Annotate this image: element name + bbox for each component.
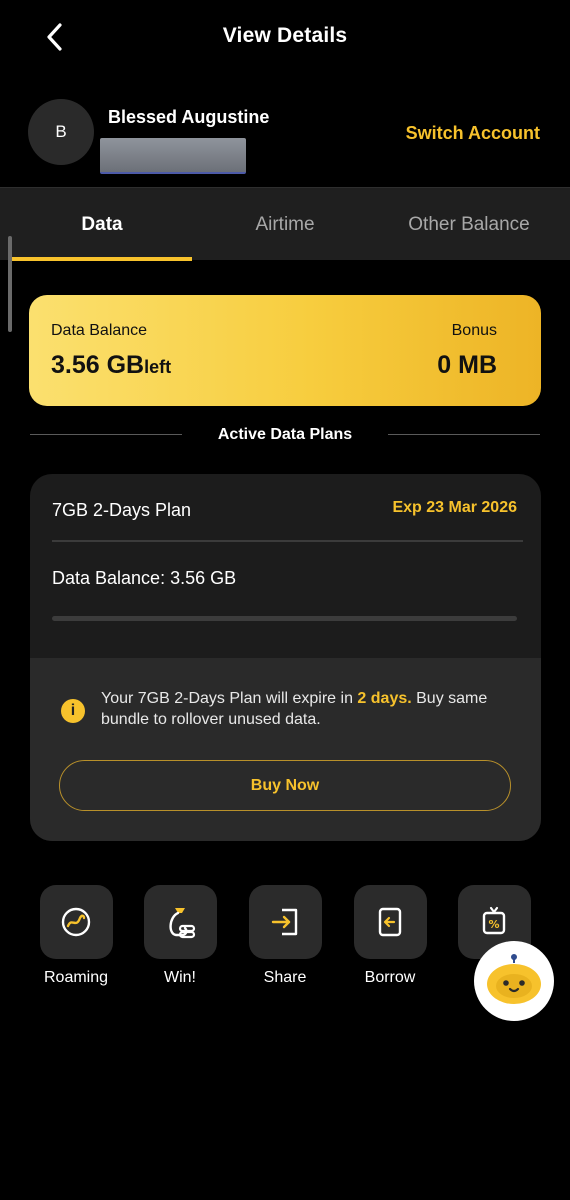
plan-name: 7GB 2-Days Plan (52, 500, 192, 520)
plan-footer: i Your 7GB 2-Days Plan will expire in 2 … (30, 658, 541, 841)
shortcut-label: Win! (164, 969, 196, 986)
shortcut-tile (248, 885, 322, 959)
section-divider: Active Data Plans (30, 424, 540, 446)
shortcut-label: Roaming (43, 969, 109, 986)
shortcut-share[interactable]: Share (230, 885, 340, 987)
switch-account-button[interactable]: Switch Account (406, 123, 540, 144)
account-name: Blessed Augustine (108, 107, 270, 127)
active-plan-card: 7GB 2-Days Plan Exp 23 Mar 2026 Data Bal… (30, 474, 541, 841)
shortcut-tile (143, 885, 217, 959)
shortcut-tile (353, 885, 427, 959)
scrollbar[interactable] (8, 236, 12, 332)
notice-highlight: 2 days. (357, 690, 412, 707)
active-tab-indicator (12, 257, 192, 261)
globe-icon (61, 907, 91, 937)
tab-data[interactable]: Data (12, 188, 192, 261)
shortcut-label: Share (263, 969, 307, 986)
bonus-label: Bonus (451, 322, 497, 339)
data-balance-amount: 3.56 GB (51, 351, 145, 379)
top-bar: View Details (0, 0, 570, 80)
account-number-redacted (100, 138, 246, 174)
shortcut-roaming[interactable]: Roaming (21, 885, 131, 987)
expiry-notice: Your 7GB 2-Days Plan will expire in 2 da… (101, 688, 521, 730)
notice-text-start: Your 7GB 2-Days Plan will expire in (101, 690, 358, 707)
data-balance-suffix: left (144, 357, 172, 377)
chatbot-button[interactable] (474, 941, 554, 1021)
section-title: Active Data Plans (217, 426, 353, 443)
buy-now-button[interactable]: Buy Now (59, 760, 511, 811)
shortcut-win[interactable]: Win! (125, 885, 235, 987)
divider-line-right (388, 434, 540, 435)
info-icon: i (61, 699, 85, 723)
borrow-icon (378, 907, 402, 937)
plan-expiry: Exp 23 Mar 2026 (392, 499, 517, 516)
avatar: B (28, 99, 94, 165)
plan-separator (52, 540, 523, 542)
tab-other-balance[interactable]: Other Balance (378, 188, 560, 261)
data-balance-card: Data Balance 3.56 GBleft Bonus 0 MB (29, 295, 541, 406)
discount-tag-icon: % (482, 906, 506, 935)
chatbot-face-icon (487, 954, 541, 1004)
shortcut-borrow[interactable]: Borrow (335, 885, 445, 987)
tab-airtime[interactable]: Airtime (192, 188, 378, 261)
share-arrow-icon (271, 908, 298, 936)
svg-text:%: % (488, 918, 499, 931)
account-header: B Blessed Augustine Switch Account (0, 90, 570, 185)
bonus-value: 0 MB (437, 351, 497, 379)
shortcut-tile (39, 885, 113, 959)
data-balance-value: 3.56 GBleft (51, 351, 171, 380)
plan-data-balance: Data Balance: 3.56 GB (52, 568, 237, 588)
data-balance-label: Data Balance (51, 322, 148, 339)
page-title: View Details (222, 24, 348, 47)
balance-tabs: Data Airtime Other Balance (0, 187, 570, 261)
money-bag-icon (169, 908, 196, 939)
plan-progress-bar (52, 616, 517, 621)
shortcut-label: Borrow (364, 969, 416, 986)
